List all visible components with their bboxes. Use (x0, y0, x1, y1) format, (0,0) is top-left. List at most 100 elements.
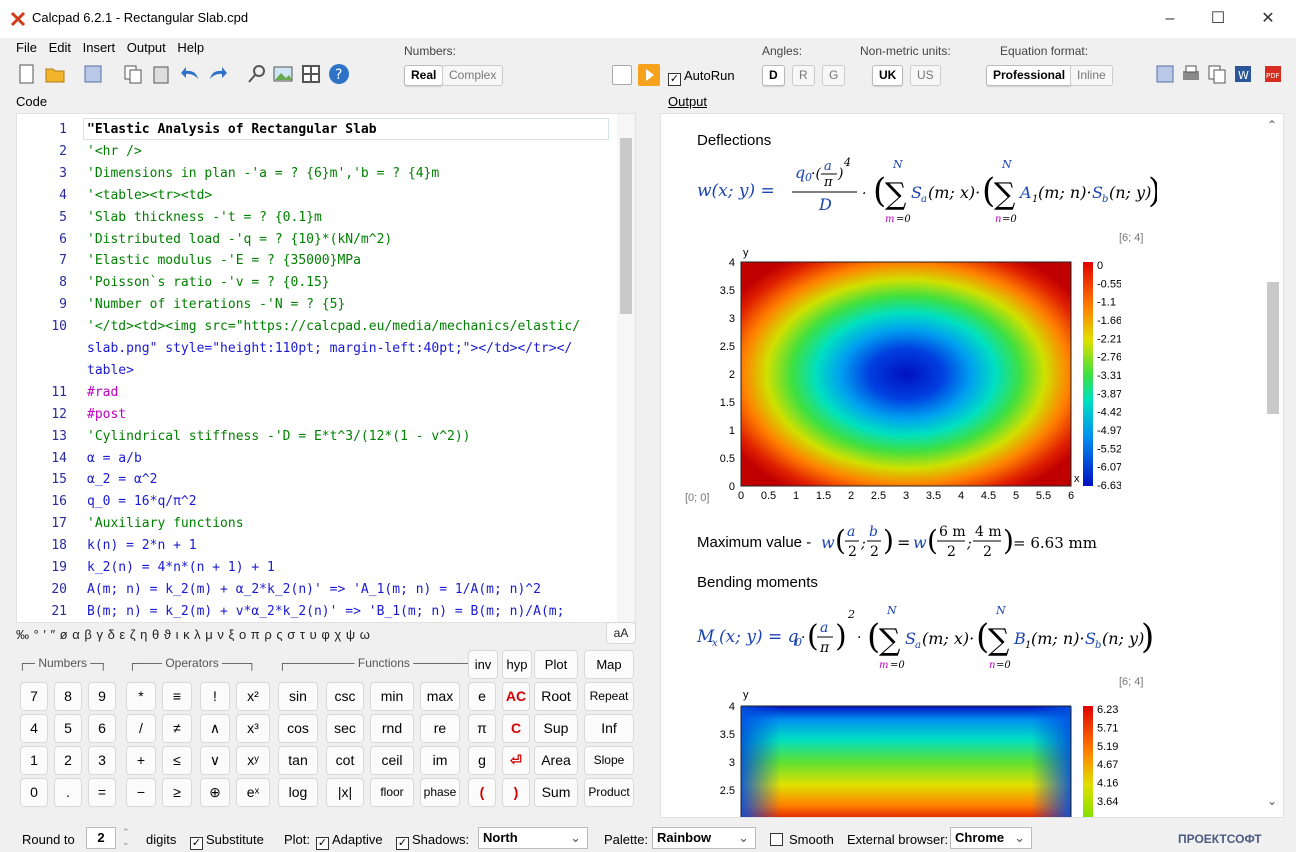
key-fn[interactable]: rnd (370, 714, 414, 743)
key-fn[interactable]: C (502, 714, 530, 743)
maximize-button[interactable]: ☐ (1198, 6, 1238, 32)
key-fn[interactable]: ⏎ (502, 746, 530, 775)
greek-letters[interactable]: ‰ ° ′ ″ ø α β γ δ ε ζ η θ ϑ ι κ λ μ ν ξ … (16, 627, 370, 642)
key-fn[interactable]: − (126, 778, 156, 807)
key-fn[interactable]: ≤ (162, 746, 192, 775)
key-fn[interactable]: Root (534, 682, 578, 711)
code-line[interactable]: 21 B(m; n) = k_2(m) + v*α_2*k_2(n)' => 'B… (17, 601, 617, 622)
key-digit[interactable]: 1 (20, 746, 48, 775)
format-professional-toggle[interactable]: Professional (986, 65, 1073, 86)
minimize-button[interactable]: – (1150, 6, 1190, 32)
key-fn[interactable]: Repeat (584, 682, 634, 711)
substitute-checkbox[interactable]: ✓ Substitute (190, 832, 264, 850)
scroll-up-icon[interactable]: ⌃ (1267, 118, 1277, 132)
key-digit[interactable]: 3 (88, 746, 116, 775)
key-fn[interactable]: / (126, 714, 156, 743)
key-fn[interactable]: Product (584, 778, 634, 807)
code-line[interactable]: 14 α = a/b (17, 448, 617, 470)
code-line[interactable]: 9 'Number of iterations -'N = ? {5} (17, 294, 617, 316)
key-fn[interactable]: sin (278, 682, 318, 711)
key-fn[interactable]: csc (326, 682, 364, 711)
key-digit[interactable]: = (88, 778, 116, 807)
key-fn[interactable]: Sup (534, 714, 578, 743)
format-inline-toggle[interactable]: Inline (1070, 65, 1113, 86)
code-scroll-thumb[interactable] (620, 138, 632, 314)
undo-icon[interactable] (180, 63, 202, 85)
key-digit[interactable]: 6 (88, 714, 116, 743)
palette-dropdown[interactable]: Rainbow ⌄ (652, 827, 756, 849)
key-fn[interactable]: Area (534, 746, 578, 775)
run-icon[interactable] (638, 64, 660, 86)
code-line[interactable]: 3 'Dimensions in plan -'a = ? {6}m','b = … (17, 163, 617, 185)
browser-dropdown[interactable]: Chrome ⌄ (950, 827, 1032, 849)
code-line[interactable]: table> (17, 360, 617, 382)
key-fn[interactable]: ! (200, 682, 230, 711)
copy-icon[interactable] (122, 63, 144, 85)
key-map[interactable]: Map (584, 650, 634, 679)
code-line[interactable]: 10 '</td><td><img src="https://calcpad.eu… (17, 316, 617, 338)
key-fn[interactable]: AC (502, 682, 530, 711)
code-line[interactable]: 13 'Cylindrical stiffness -'D = E*t^3/(12… (17, 426, 617, 448)
key-fn[interactable]: ∨ (200, 746, 230, 775)
code-line[interactable]: slab.png" style="height:110pt; margin-le… (17, 338, 617, 360)
angle-radians-toggle[interactable]: R (792, 65, 815, 86)
key-fn[interactable]: cot (326, 746, 364, 775)
menu-help[interactable]: Help (177, 40, 204, 55)
numbers-real-toggle[interactable]: Real (404, 65, 444, 86)
key-fn[interactable]: min (370, 682, 414, 711)
close-button[interactable]: ✕ (1248, 6, 1288, 32)
code-line[interactable]: 7 'Elastic modulus -'E = ? {35000}MPa (17, 250, 617, 272)
menu-edit[interactable]: Edit (49, 40, 71, 55)
key-fn[interactable]: ≥ (162, 778, 192, 807)
key-fn[interactable]: ) (502, 778, 530, 807)
key-fn[interactable]: ≡ (162, 682, 192, 711)
key-fn[interactable]: phase (420, 778, 460, 807)
angle-gradians-toggle[interactable]: G (822, 65, 846, 86)
menu-file[interactable]: File (16, 40, 37, 55)
code-line[interactable]: 19 k_2(n) = 4*n*(n + 1) + 1 (17, 557, 617, 579)
key-fn[interactable]: tan (278, 746, 318, 775)
case-toggle-button[interactable]: aA (606, 622, 636, 644)
save-icon[interactable] (82, 63, 104, 85)
shadows-checkbox[interactable]: ✓ Shadows: (396, 832, 469, 850)
key-fn[interactable]: ≠ (162, 714, 192, 743)
code-line[interactable]: 4 '<table><tr><td> (17, 185, 617, 207)
key-digit[interactable]: 9 (88, 682, 116, 711)
digits-spinner-icon[interactable]: ⌃ ⌄ (122, 827, 130, 847)
key-fn[interactable]: ceil (370, 746, 414, 775)
key-hyp[interactable]: hyp (502, 650, 532, 679)
key-fn[interactable]: cos (278, 714, 318, 743)
key-fn[interactable]: log (278, 778, 318, 807)
key-fn[interactable]: Inf (584, 714, 634, 743)
code-line[interactable]: 2 '<hr /> (17, 141, 617, 163)
code-line[interactable]: 15 α_2 = α^2 (17, 469, 617, 491)
menu-insert[interactable]: Insert (83, 40, 116, 55)
key-fn[interactable]: * (126, 682, 156, 711)
key-fn[interactable]: Sum (534, 778, 578, 807)
key-fn[interactable]: im (420, 746, 460, 775)
redo-icon[interactable] (206, 63, 228, 85)
output-scrollbar[interactable]: ⌃ ⌄ (1261, 114, 1283, 817)
angle-degrees-toggle[interactable]: D (762, 65, 785, 86)
key-fn[interactable]: + (126, 746, 156, 775)
scroll-down-icon[interactable]: ⌄ (1267, 794, 1277, 808)
pdf-export-icon[interactable]: PDF (1262, 63, 1284, 85)
print-icon[interactable] (1180, 63, 1202, 85)
key-fn[interactable]: ∧ (200, 714, 230, 743)
greek-letters-bar[interactable]: ‰ ° ′ ″ ø α β γ δ ε ζ η θ ϑ ι κ λ μ ν ξ … (16, 622, 636, 646)
digits-input[interactable]: 2 (86, 827, 116, 849)
paste-icon[interactable] (150, 63, 172, 85)
key-fn[interactable]: e (468, 682, 496, 711)
key-digit[interactable]: 2 (54, 746, 82, 775)
new-file-icon[interactable] (16, 63, 38, 85)
code-line[interactable]: 18 k(n) = 2*n + 1 (17, 535, 617, 557)
code-line[interactable]: 1 "Elastic Analysis of Rectangular Slab (17, 119, 617, 141)
code-line[interactable]: 6 'Distributed load -'q = ? {10}*(kN/m^2) (17, 229, 617, 251)
units-uk-toggle[interactable]: UK (872, 65, 904, 86)
key-digit[interactable]: . (54, 778, 82, 807)
key-digit[interactable]: 4 (20, 714, 48, 743)
key-fn[interactable]: xʸ (236, 746, 270, 775)
shadows-dropdown[interactable]: North ⌄ (478, 827, 588, 849)
key-digit[interactable]: 0 (20, 778, 48, 807)
smooth-checkbox[interactable]: Smooth (770, 832, 834, 847)
